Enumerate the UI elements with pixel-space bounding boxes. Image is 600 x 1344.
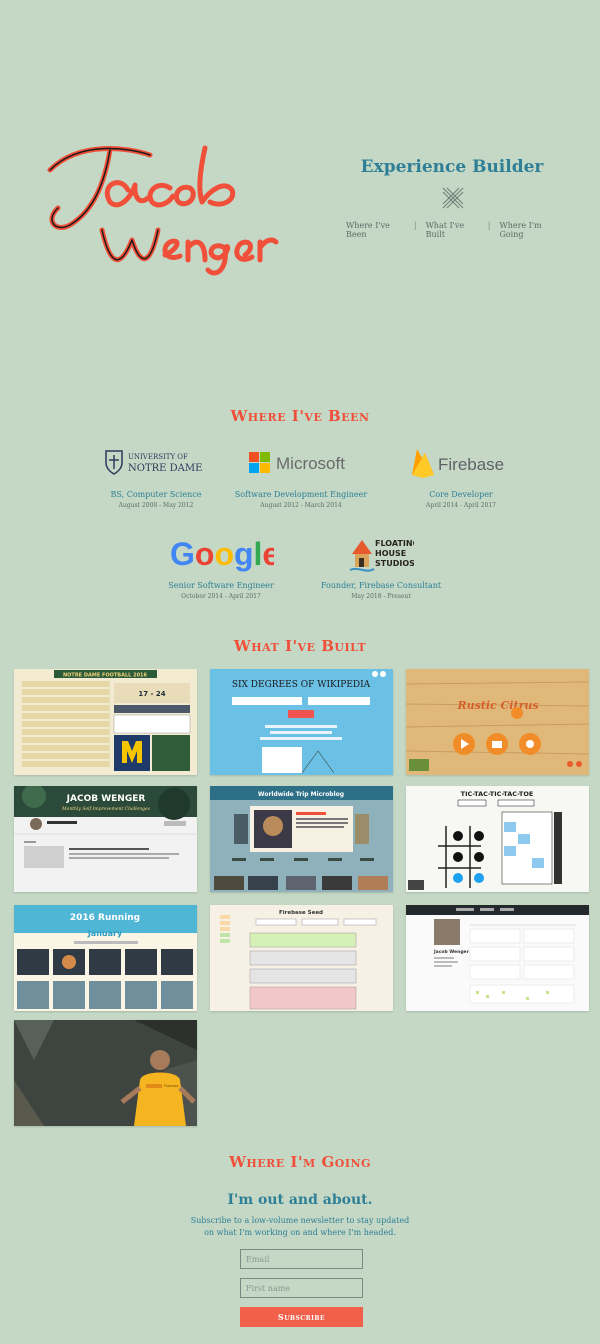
- top-nav: Where I've Been | What I've Built | Wher…: [346, 221, 560, 239]
- job-floating-house: FLOATING HOUSE STUDIOS Founder, Firebase…: [296, 535, 466, 600]
- job-dates: May 2018 - Present: [351, 593, 411, 600]
- project-subtitle: January: [87, 929, 123, 938]
- job-role: Software Development Engineer: [234, 490, 368, 499]
- project-rustic-citrus[interactable]: Rustic Citrus: [406, 669, 589, 775]
- project-firebase-seed[interactable]: Firebase Seed: [210, 905, 393, 1011]
- svg-text:HOUSE: HOUSE: [375, 549, 406, 558]
- firebase-logo: Firebase: [376, 444, 546, 482]
- svg-text:Google: Google: [170, 536, 274, 572]
- project-title: Rustic Citrus: [456, 699, 538, 712]
- svg-text:STUDIOS: STUDIOS: [375, 559, 414, 568]
- project-title: Firebase Seed: [279, 910, 323, 916]
- newsletter-description: Subscribe to a low-volume newsletter to …: [190, 1216, 410, 1237]
- project-worldwide-trip-microblog[interactable]: Worldwide Trip Microblog: [210, 786, 393, 892]
- section-title-where-going: Where I'm Going: [229, 1153, 371, 1171]
- nav-what-built[interactable]: What I've Built: [426, 221, 479, 239]
- job-role: Core Developer: [429, 490, 493, 499]
- subscribe-button[interactable]: Subscribe: [240, 1307, 363, 1327]
- notre-dame-wordmark-top: UNIVERSITY OF: [128, 453, 188, 461]
- svg-text:Firebase: Firebase: [438, 455, 504, 474]
- project-firebase-talk[interactable]: Firebase: [14, 1020, 197, 1126]
- job-firebase: Firebase Core Developer April 2014 - Apr…: [376, 444, 546, 509]
- project-title: JACOB WENGER: [66, 794, 146, 804]
- project-title: TIC-TAC-TIC-TAC-TOE: [461, 790, 534, 798]
- job-dates: August 2012 - March 2014: [260, 502, 342, 509]
- project-score: 17 - 24: [138, 690, 165, 698]
- project-six-degrees-wikipedia[interactable]: SIX DEGREES OF WIKIPEDIA: [210, 669, 393, 775]
- project-title: Jacob Wenger: [433, 949, 470, 955]
- newsletter-heading: I'm out and about.: [227, 1192, 373, 1208]
- tagline: Experience Builder: [360, 157, 544, 177]
- project-title: NOTRE DAME FOOTBALL 2016: [63, 673, 148, 679]
- first-name-field[interactable]: [240, 1278, 363, 1298]
- project-2016-running[interactable]: 2016 Running January: [14, 905, 197, 1011]
- project-profile-page[interactable]: Jacob Wenger: [406, 905, 589, 1011]
- notre-dame-wordmark-bottom: NOTRE DAME: [128, 463, 202, 474]
- section-title-what-built: What I've Built: [233, 637, 367, 655]
- job-microsoft: Microsoft Software Development Engineer …: [216, 444, 386, 509]
- project-title: 2016 Running: [70, 913, 140, 923]
- nav-separator: |: [487, 221, 491, 230]
- nav-where-going[interactable]: Where I'm Going: [499, 221, 560, 239]
- floating-house-studios-logo: FLOATING HOUSE STUDIOS: [296, 535, 466, 573]
- nav-separator: |: [413, 221, 417, 230]
- section-title-where-been: Where I've Been: [230, 407, 370, 425]
- project-title: Firebase: [164, 1084, 179, 1088]
- svg-text:FLOATING: FLOATING: [375, 539, 414, 548]
- project-title: Worldwide Trip Microblog: [258, 791, 344, 798]
- google-logo: Google: [136, 535, 306, 573]
- project-tic-tac-tic-tac-toe[interactable]: TIC-TAC-TIC-TAC-TOE: [406, 786, 589, 892]
- job-role: Senior Software Engineer: [168, 581, 274, 590]
- job-google: Google Senior Software Engineer October …: [136, 535, 306, 600]
- email-field[interactable]: [240, 1249, 363, 1269]
- project-title: SIX DEGREES OF WIKIPEDIA: [232, 680, 371, 690]
- microsoft-logo: Microsoft: [216, 444, 386, 482]
- svg-text:Microsoft: Microsoft: [276, 454, 345, 473]
- job-role: Founder, Firebase Consultant: [320, 581, 442, 590]
- project-notre-dame-football[interactable]: NOTRE DAME FOOTBALL 2016 17 - 24: [14, 669, 197, 775]
- project-monthly-challenges[interactable]: JACOB WENGER Monthly Self-Improvement Ch…: [14, 786, 197, 892]
- nav-where-been[interactable]: Where I've Been: [346, 221, 405, 239]
- project-subtitle: Monthly Self-Improvement Challenges: [61, 806, 151, 812]
- cross-icon: [441, 186, 465, 210]
- job-dates: October 2014 - April 2017: [181, 593, 261, 600]
- jacob-wenger-signature-logo: [40, 130, 280, 280]
- job-dates: April 2014 - April 2017: [426, 502, 496, 509]
